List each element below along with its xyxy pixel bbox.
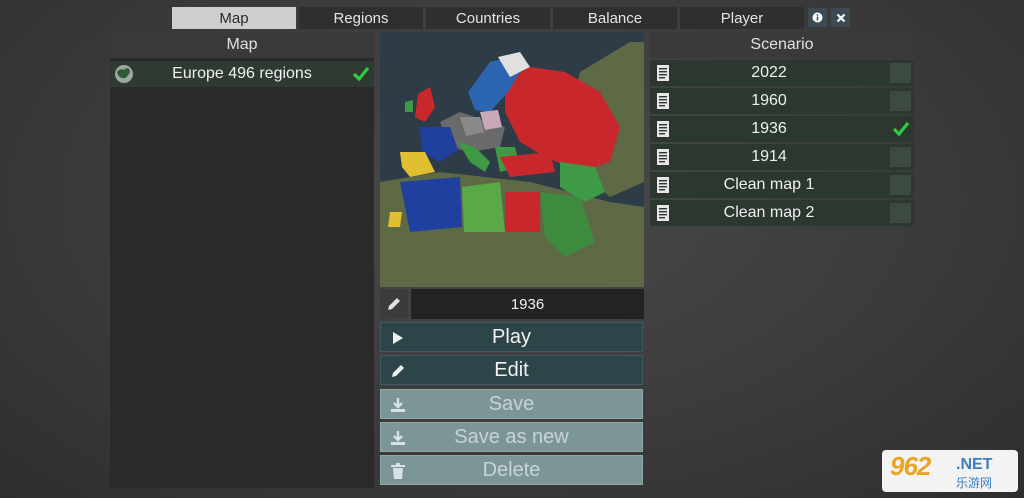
scenario-checkbox[interactable] <box>890 63 911 83</box>
save-label: Save <box>488 392 535 415</box>
tab-countries[interactable]: Countries <box>426 7 550 29</box>
close-icon <box>836 13 845 22</box>
scenario-label: 1936 <box>751 120 787 137</box>
pencil-icon <box>389 362 407 380</box>
edit-button[interactable]: Edit <box>380 355 643 385</box>
scenario-list-item[interactable]: 1914 <box>650 144 914 170</box>
tab-player[interactable]: Player <box>680 7 804 29</box>
rename-button[interactable] <box>380 289 408 319</box>
scenario-label: 1960 <box>751 92 787 109</box>
watermark-suffix: .NET <box>956 456 993 473</box>
globe-icon <box>115 65 133 83</box>
delete-button[interactable]: Delete <box>380 455 643 485</box>
delete-label: Delete <box>482 458 541 481</box>
scenario-list-item[interactable]: 1936 <box>650 116 914 142</box>
scenario-checkbox[interactable] <box>890 147 911 167</box>
info-button[interactable] <box>808 8 827 27</box>
scenario-name-row: 1936 <box>380 289 644 319</box>
checkmark-icon <box>892 121 909 137</box>
scenario-label: 1914 <box>751 148 787 165</box>
document-icon <box>657 121 669 137</box>
scenario-label: Clean map 1 <box>723 176 815 193</box>
play-icon <box>389 329 407 347</box>
tab-map[interactable]: Map <box>172 7 296 29</box>
edit-label: Edit <box>494 358 529 381</box>
document-icon <box>657 177 669 193</box>
info-icon <box>812 12 823 23</box>
scenario-list-item[interactable]: Clean map 2 <box>650 200 914 226</box>
scenario-panel-title: Scenario <box>650 32 914 58</box>
trash-icon <box>389 462 407 480</box>
close-button[interactable] <box>831 8 850 27</box>
scenario-list-item[interactable]: 2022 <box>650 60 914 86</box>
play-button[interactable]: Play <box>380 322 643 352</box>
save-as-new-label: Save as new <box>454 425 569 448</box>
site-watermark: 962 .NET 乐游网 <box>882 450 1018 492</box>
play-label: Play <box>492 325 531 348</box>
watermark-number: 962 <box>890 451 931 481</box>
tab-regions[interactable]: Regions <box>299 7 423 29</box>
save-button[interactable]: Save <box>380 389 643 419</box>
scenario-name-field[interactable]: 1936 <box>411 289 644 319</box>
scenario-label: 2022 <box>751 64 787 81</box>
pencil-icon <box>388 298 400 310</box>
map-panel-title: Map <box>110 32 374 58</box>
scenario-label: Clean map 2 <box>723 204 815 221</box>
map-preview-image <box>380 32 644 287</box>
map-name: Europe 496 regions <box>172 65 312 82</box>
scenario-list-panel: Scenario 2022 1960 1936 1914 Clean map 1 Clea… <box>650 32 914 228</box>
document-icon <box>657 93 669 109</box>
map-selected-checkbox[interactable] <box>351 64 371 84</box>
tab-balance[interactable]: Balance <box>553 7 677 29</box>
watermark-cn: 乐游网 <box>956 476 993 490</box>
scenario-list-item[interactable]: 1960 <box>650 88 914 114</box>
document-icon <box>657 205 669 221</box>
checkmark-icon <box>352 66 370 82</box>
map-list-item[interactable]: Europe 496 regions <box>110 61 374 87</box>
document-icon <box>657 65 669 81</box>
document-icon <box>657 149 669 165</box>
top-tab-bar: Map Regions Countries Balance Player <box>172 7 804 29</box>
scenario-checkbox[interactable] <box>890 203 911 223</box>
scenario-checkbox[interactable] <box>890 119 911 139</box>
scenario-checkbox[interactable] <box>890 91 911 111</box>
scenario-list-item[interactable]: Clean map 1 <box>650 172 914 198</box>
save-as-new-button[interactable]: Save as new <box>380 422 643 452</box>
download-icon <box>389 396 407 414</box>
scenario-checkbox[interactable] <box>890 175 911 195</box>
map-list-panel: Map Europe 496 regions <box>110 32 374 488</box>
download-icon <box>389 429 407 447</box>
